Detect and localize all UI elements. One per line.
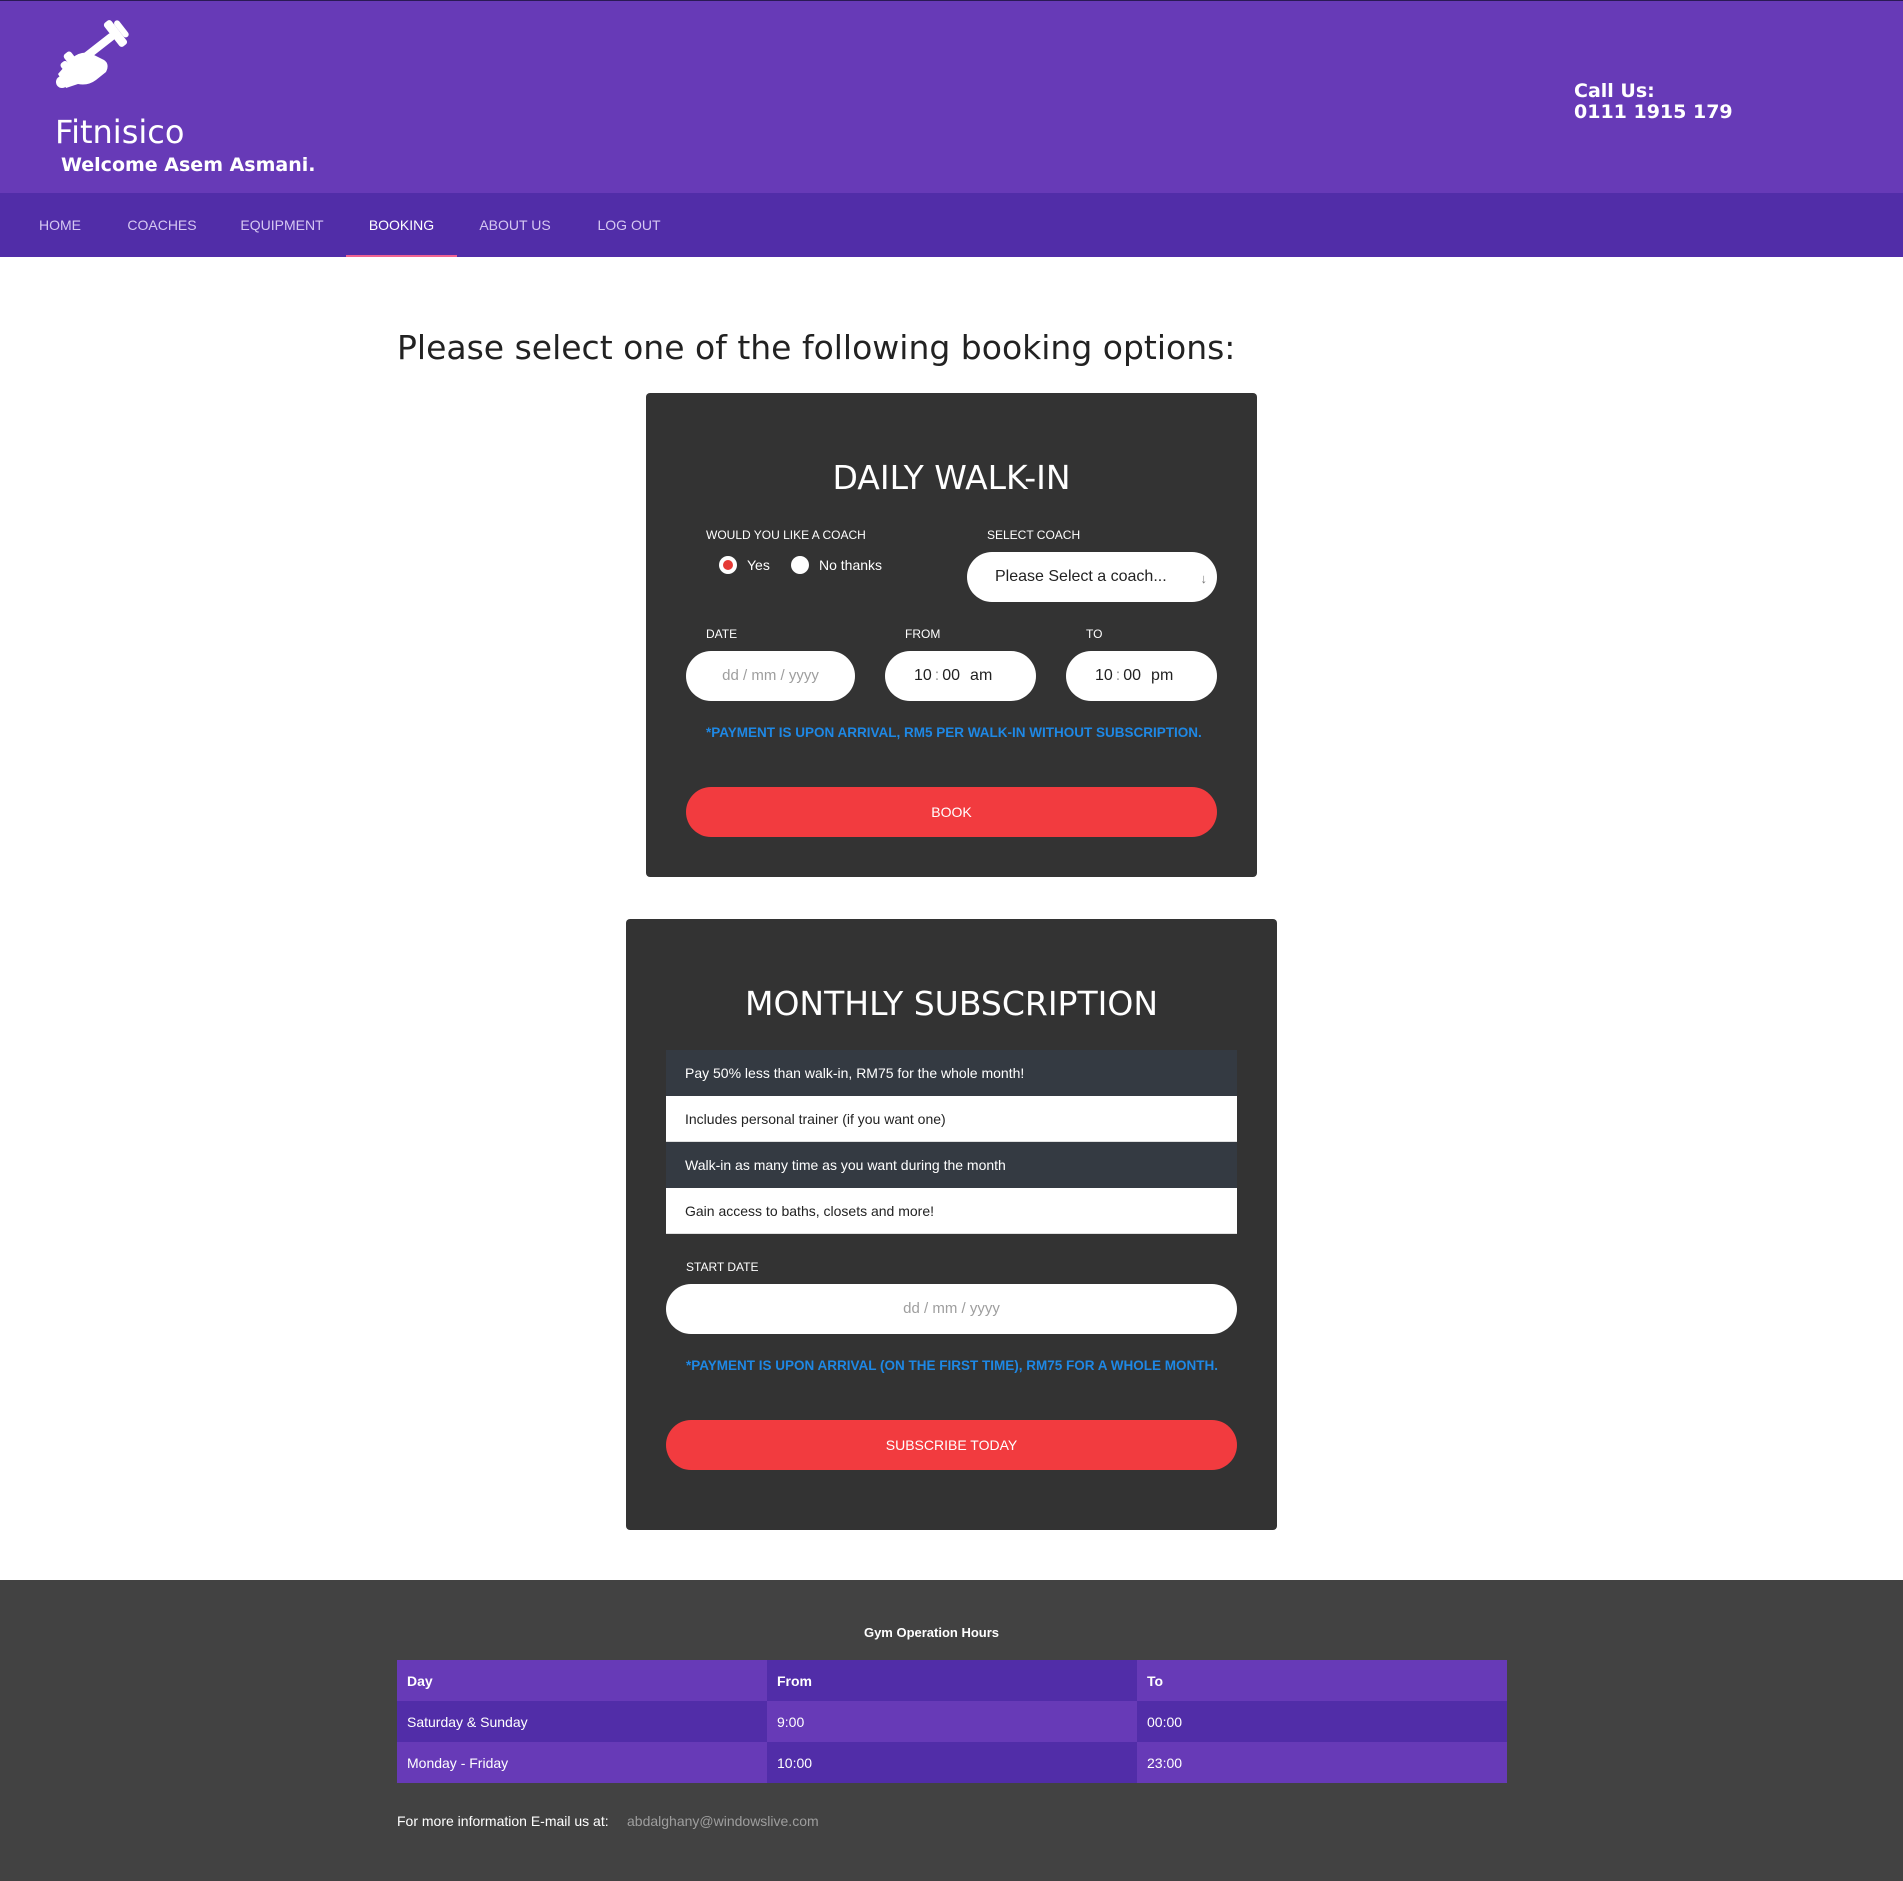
operation-hours-table: Day From To Saturday & Sunday 9:00 00:00… xyxy=(397,1660,1507,1783)
dumbbell-hand-icon xyxy=(56,20,129,88)
email-link[interactable]: abdalghany@windowslive.com xyxy=(627,1813,819,1829)
cell-day: Monday - Friday xyxy=(397,1742,767,1783)
to-colon: : xyxy=(1115,667,1121,684)
call-us: Call Us: 0111 1915 179 xyxy=(1574,81,1733,123)
coach-question-label: WOULD YOU LIKE A COACH xyxy=(706,528,866,542)
select-coach-value: Please Select a coach... xyxy=(995,568,1167,585)
from-label: FROM xyxy=(905,627,941,641)
walkin-card: DAILY WALK-IN WOULD YOU LIKE A COACH Yes… xyxy=(646,393,1257,877)
subscribe-button[interactable]: SUBSCRIBE TODAY xyxy=(666,1420,1237,1470)
operation-hours-title: Gym Operation Hours xyxy=(863,1625,1000,1640)
main-nav: HOME COACHES EQUIPMENT BOOKING ABOUT US … xyxy=(0,193,1903,257)
cell-from: 10:00 xyxy=(767,1742,1137,1783)
subscription-title: MONTHLY SUBSCRIPTION xyxy=(744,984,1158,1023)
date-label: DATE xyxy=(706,627,738,641)
call-us-label: Call Us: xyxy=(1574,80,1655,102)
feature-item: Pay 50% less than walk-in, RM75 for the … xyxy=(666,1050,1237,1096)
header-day: Day xyxy=(397,1660,767,1701)
cell-to: 23:00 xyxy=(1137,1742,1507,1783)
book-button[interactable]: BOOK xyxy=(686,787,1217,837)
nav-about-us[interactable]: ABOUT US xyxy=(466,193,564,257)
header-to: To xyxy=(1137,1660,1507,1701)
site-header: Fitnisico Welcome Asem Asmani. Call Us: … xyxy=(0,1,1903,193)
radio-no-thanks[interactable] xyxy=(791,556,809,574)
header-from: From xyxy=(767,1660,1137,1701)
call-us-number: 0111 1915 179 xyxy=(1574,101,1733,123)
cell-from: 9:00 xyxy=(767,1701,1137,1742)
nav-coaches[interactable]: COACHES xyxy=(116,193,208,257)
from-minute: 00 xyxy=(942,667,961,684)
brand-name[interactable]: Fitnisico xyxy=(55,113,184,151)
nav-log-out[interactable]: LOG OUT xyxy=(584,193,674,257)
feature-list: Pay 50% less than walk-in, RM75 for the … xyxy=(666,1050,1237,1234)
walkin-title: DAILY WALK-IN xyxy=(832,458,1071,497)
select-coach-dropdown[interactable]: Please Select a coach... ↓ xyxy=(967,552,1217,602)
cell-day: Saturday & Sunday xyxy=(397,1701,767,1742)
to-minute: 00 xyxy=(1123,667,1142,684)
table-row: Saturday & Sunday 9:00 00:00 xyxy=(397,1701,1507,1742)
feature-item: Includes personal trainer (if you want o… xyxy=(666,1096,1237,1142)
radio-no-thanks-label[interactable]: No thanks xyxy=(819,557,882,573)
from-ampm: am xyxy=(970,667,993,684)
nav-booking[interactable]: BOOKING xyxy=(346,193,457,257)
radio-yes[interactable] xyxy=(719,556,737,574)
feature-item: Gain access to baths, closets and more! xyxy=(666,1188,1237,1234)
table-row: Monday - Friday 10:00 23:00 xyxy=(397,1742,1507,1783)
nav-equipment[interactable]: EQUIPMENT xyxy=(228,193,336,257)
radio-selected-dot xyxy=(723,560,733,570)
to-ampm: pm xyxy=(1151,667,1174,684)
to-hour: 10 xyxy=(1095,667,1113,684)
subscription-card: MONTHLY SUBSCRIPTION Pay 50% less than w… xyxy=(626,919,1277,1530)
dropdown-arrow-icon: ↓ xyxy=(1200,571,1208,586)
feature-item: Walk-in as many time as you want during … xyxy=(666,1142,1237,1188)
to-time-input[interactable]: 10:00 pm xyxy=(1066,651,1217,701)
from-time-input[interactable]: 10:00 am xyxy=(885,651,1036,701)
date-input[interactable]: dd / mm / yyyy xyxy=(686,651,855,701)
walkin-payment-note: *Payment is upon arrival, RM5 per walk-i… xyxy=(706,725,1202,740)
site-footer: Gym Operation Hours Day From To Saturday… xyxy=(0,1580,1903,1881)
select-coach-label: SELECT COACH xyxy=(987,528,1081,542)
start-date-input[interactable]: dd / mm / yyyy xyxy=(666,1284,1237,1334)
from-hour: 10 xyxy=(914,667,932,684)
table-header-row: Day From To xyxy=(397,1660,1507,1701)
start-date-label: START DATE xyxy=(686,1260,759,1274)
subscription-payment-note: *Payment is upon arrival (on the first t… xyxy=(686,1358,1219,1373)
radio-yes-label[interactable]: Yes xyxy=(747,557,770,573)
page-title: Please select one of the following booki… xyxy=(397,328,1236,367)
email-label: For more information E-mail us at: xyxy=(397,1813,609,1829)
nav-home[interactable]: HOME xyxy=(24,193,96,257)
from-colon: : xyxy=(934,667,940,684)
cell-to: 00:00 xyxy=(1137,1701,1507,1742)
to-label: TO xyxy=(1086,627,1103,641)
welcome-message: Welcome Asem Asmani. xyxy=(61,154,316,176)
